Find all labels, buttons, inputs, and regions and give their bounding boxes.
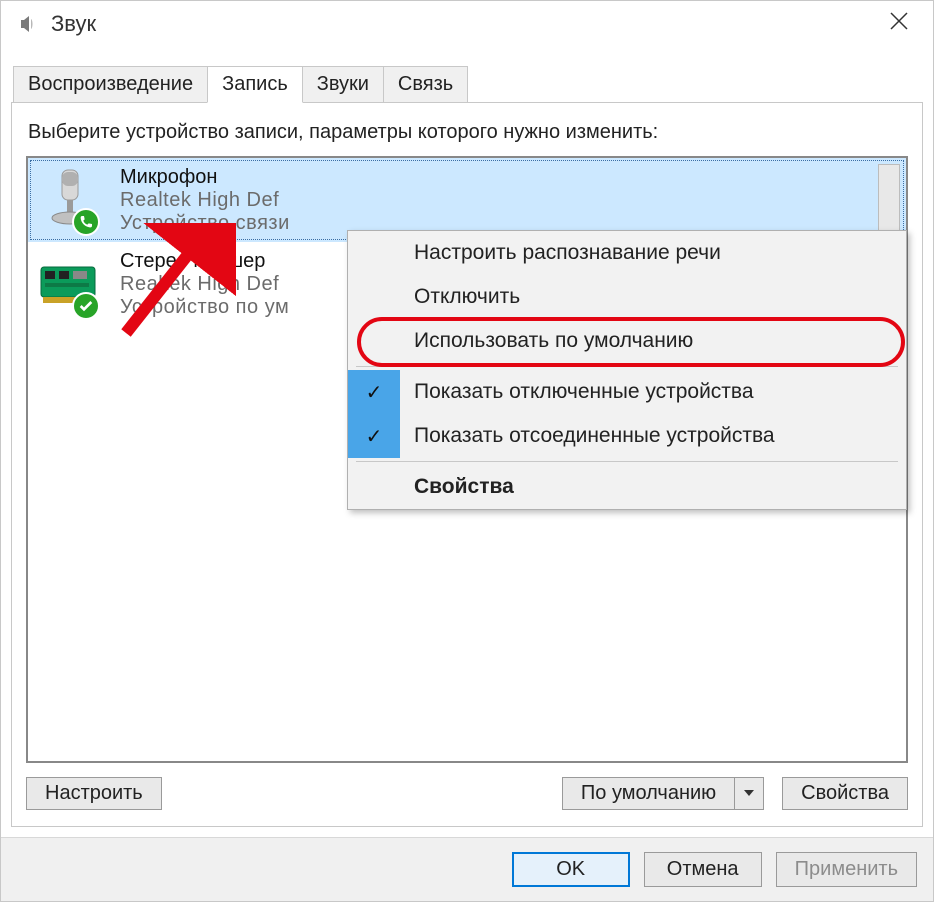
window-title: Звук (51, 11, 877, 37)
ctx-separator (356, 461, 898, 462)
dialog-body: Воспроизведение Запись Звуки Связь Выбер… (1, 47, 933, 837)
ctx-properties[interactable]: Свойства (348, 465, 906, 509)
set-default-button[interactable]: По умолчанию (562, 777, 734, 810)
context-menu: Настроить распознавание речи Отключить И… (347, 230, 907, 510)
ctx-set-default[interactable]: Использовать по умолчанию (348, 319, 906, 363)
configure-button[interactable]: Настроить (26, 777, 162, 810)
sound-dialog: Звук Воспроизведение Запись Звуки Связь … (0, 0, 934, 902)
phone-icon (78, 214, 94, 230)
ok-button[interactable]: OK (512, 852, 630, 887)
check-icon: ✓ (348, 370, 400, 414)
close-icon (889, 11, 909, 31)
device-text: Стерео микшер Realtek High Def Устройств… (120, 248, 289, 320)
check-icon: ✓ (348, 414, 400, 458)
default-comm-badge (72, 208, 100, 236)
ctx-setup-speech[interactable]: Настроить распознавание речи (348, 231, 906, 275)
device-description: Realtek High Def (120, 273, 289, 296)
device-status: Устройство по ум (120, 296, 289, 319)
tab-bar: Воспроизведение Запись Звуки Связь (11, 65, 923, 103)
ctx-separator (356, 366, 898, 367)
tab-communications[interactable]: Связь (383, 66, 468, 102)
ctx-show-disabled[interactable]: ✓ Показать отключенные устройства (348, 370, 906, 414)
speaker-icon (13, 10, 41, 38)
tab-playback[interactable]: Воспроизведение (13, 66, 208, 102)
check-icon (78, 298, 94, 314)
soundcard-icon (34, 248, 106, 320)
titlebar: Звук (1, 1, 933, 47)
device-text: Микрофон Realtek High Def Устройство свя… (120, 164, 290, 236)
cancel-button[interactable]: Отмена (644, 852, 762, 887)
instruction-text: Выберите устройство записи, параметры ко… (28, 121, 906, 144)
device-status: Устройство связи (120, 212, 290, 235)
microphone-icon (34, 164, 106, 236)
ctx-disable[interactable]: Отключить (348, 275, 906, 319)
close-button[interactable] (877, 6, 921, 42)
device-name: Стерео микшер (120, 250, 289, 273)
apply-button[interactable]: Применить (776, 852, 917, 887)
set-default-split-button[interactable]: По умолчанию (562, 777, 764, 810)
default-device-badge (72, 292, 100, 320)
dialog-button-bar: OK Отмена Применить (1, 837, 933, 901)
device-name: Микрофон (120, 166, 290, 189)
pane-buttons: Настроить По умолчанию Свойства (26, 777, 908, 810)
tab-sounds[interactable]: Звуки (302, 66, 384, 102)
set-default-dropdown[interactable] (734, 777, 764, 810)
properties-button[interactable]: Свойства (782, 777, 908, 810)
ctx-show-disconnected[interactable]: ✓ Показать отсоединенные устройства (348, 414, 906, 458)
chevron-down-icon (743, 787, 755, 799)
device-description: Realtek High Def (120, 189, 290, 212)
level-meter (878, 164, 900, 234)
tab-recording[interactable]: Запись (207, 66, 303, 103)
